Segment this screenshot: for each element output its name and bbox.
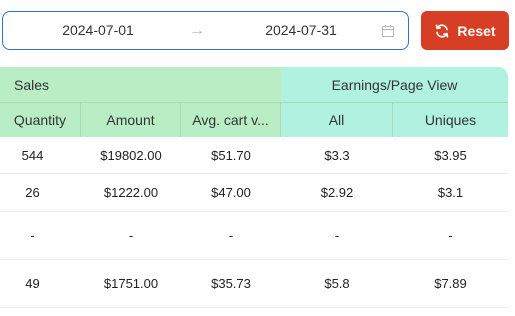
column-header-avg-cart-value[interactable]: Avg. cart v...	[181, 103, 281, 137]
table-row: 544 $19802.00 $51.70 $3.3 $3.95	[0, 137, 508, 174]
reset-button[interactable]: Reset	[421, 11, 509, 50]
sales-group-header: Sales	[0, 67, 281, 102]
cell-all: -	[334, 228, 340, 243]
refresh-icon	[436, 23, 449, 38]
column-header-all[interactable]: All	[281, 103, 393, 137]
date-range-picker[interactable]: 2024-07-01 → 2024-07-31	[2, 11, 409, 50]
cell-amount: $19802.00	[100, 147, 162, 163]
cell-avg-cart-value: $35.73	[211, 276, 251, 291]
table-row: 49 $1751.00 $35.73 $5.8 $7.89	[0, 260, 508, 308]
cell-amount: $1222.00	[103, 185, 159, 200]
cell-amount: -	[128, 228, 134, 243]
cell-uniques: $3.1	[437, 185, 464, 200]
end-date-input[interactable]: 2024-07-31	[211, 12, 391, 49]
cell-amount: $1751.00	[103, 276, 159, 291]
cell-quantity: 26	[25, 185, 40, 200]
table-row: 26 $1222.00 $47.00 $2.92 $3.1	[0, 174, 508, 212]
cell-quantity: 49	[25, 276, 40, 291]
cell-quantity: -	[30, 228, 35, 243]
arrow-right-icon: →	[189, 22, 205, 39]
start-date-input[interactable]: 2024-07-01	[3, 12, 193, 49]
cell-all: $5.8	[324, 276, 350, 291]
cell-uniques: $7.89	[434, 276, 467, 291]
table-column-header: Quantity Amount Avg. cart v... All Uniqu…	[0, 102, 508, 137]
reset-button-label: Reset	[457, 22, 496, 39]
cell-all: $3.3	[324, 147, 350, 163]
cell-quantity: 544	[21, 147, 44, 163]
cell-all: $2.92	[320, 185, 354, 200]
cell-uniques: -	[448, 228, 453, 243]
column-header-uniques[interactable]: Uniques	[393, 103, 508, 137]
earnings-group-header: Earnings/Page View	[281, 67, 508, 102]
table-group-header: Sales Earnings/Page View	[0, 67, 508, 102]
table-row: - - - - -	[0, 212, 508, 260]
stats-table: Sales Earnings/Page View Quantity Amount…	[0, 67, 508, 316]
column-header-quantity[interactable]: Quantity	[0, 103, 81, 137]
cell-avg-cart-value: $47.00	[211, 185, 251, 200]
cell-avg-cart-value: $51.70	[211, 147, 251, 163]
calendar-icon[interactable]	[382, 25, 394, 37]
column-header-amount[interactable]: Amount	[81, 103, 181, 137]
cell-uniques: $3.95	[434, 147, 467, 163]
cell-avg-cart-value: -	[228, 228, 234, 243]
